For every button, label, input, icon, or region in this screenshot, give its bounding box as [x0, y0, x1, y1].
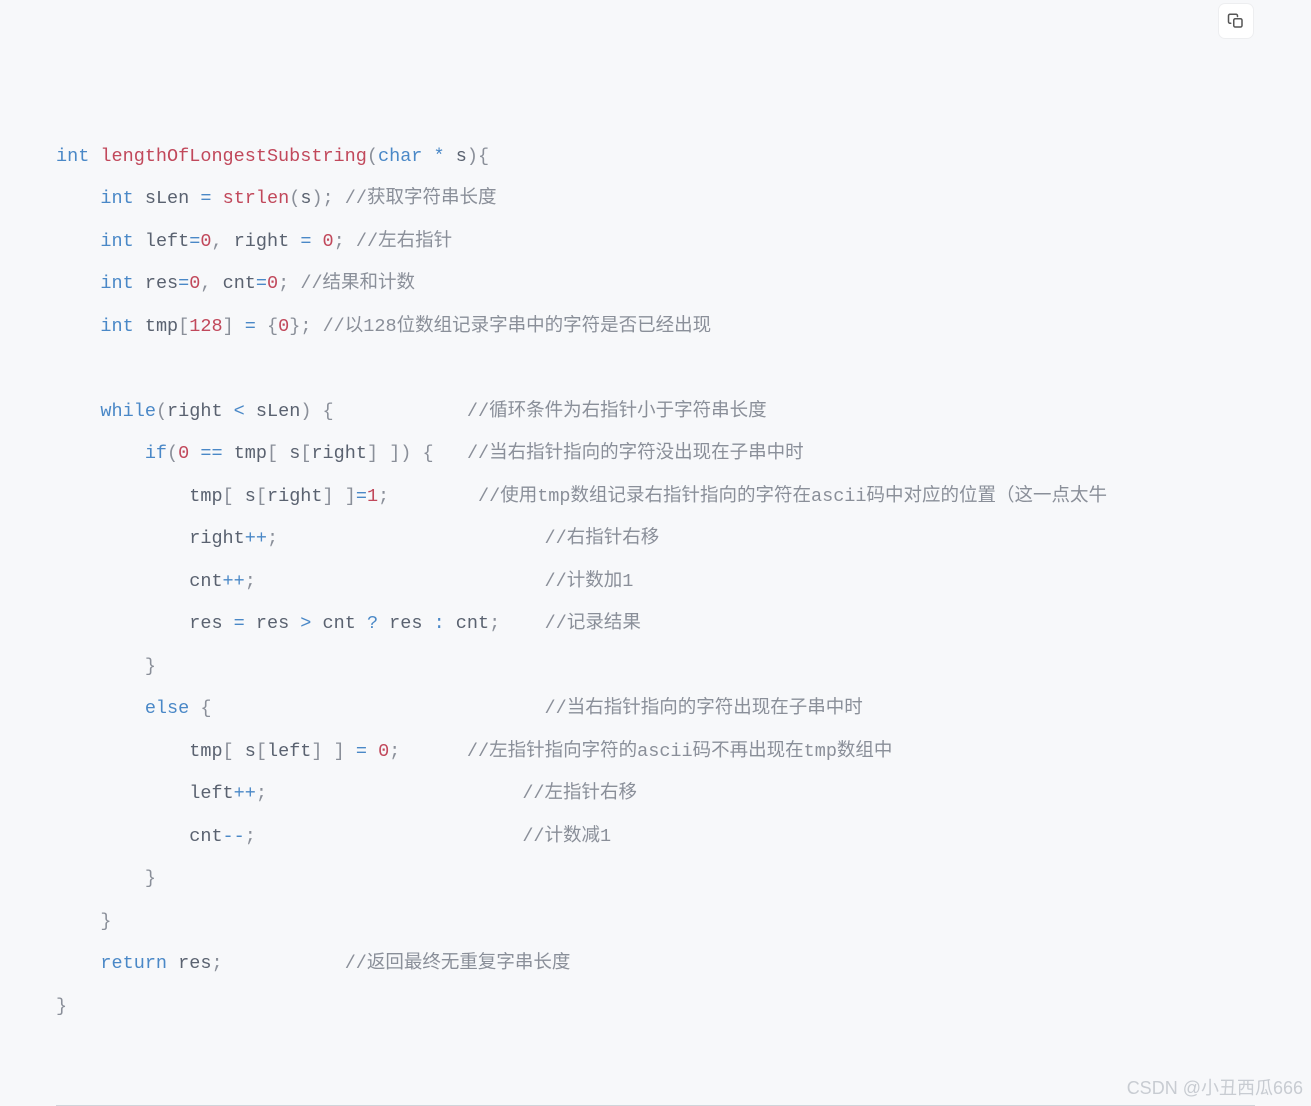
copy-button[interactable] [1219, 4, 1253, 38]
code-block: int lengthOfLongestSubstring(char * s){ … [0, 0, 1311, 1091]
code-content: int lengthOfLongestSubstring(char * s){ … [56, 136, 1311, 1029]
watermark: CSDN @小丑西瓜666 [1127, 1074, 1303, 1100]
copy-icon [1227, 12, 1245, 30]
divider [56, 1105, 1255, 1106]
